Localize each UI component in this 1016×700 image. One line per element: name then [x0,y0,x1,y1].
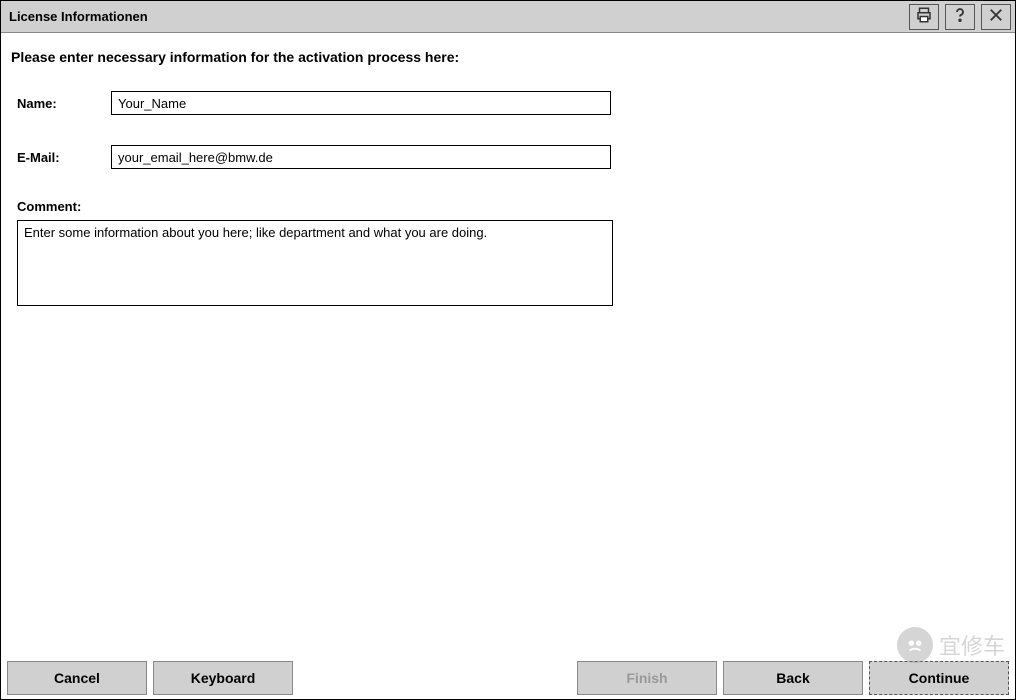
email-input[interactable] [111,145,611,169]
name-input[interactable] [111,91,611,115]
license-dialog: License Informationen [0,0,1016,700]
finish-button: Finish [577,661,717,695]
back-button[interactable]: Back [723,661,863,695]
comment-label: Comment: [11,199,1005,214]
footer-right: Finish Back Continue [577,661,1009,693]
window-title: License Informationen [9,9,148,24]
content-area: Please enter necessary information for t… [1,33,1015,657]
email-label: E-Mail: [11,150,111,165]
footer-bar: Cancel Keyboard Finish Back Continue [1,657,1015,699]
instruction-heading: Please enter necessary information for t… [11,49,1005,65]
cancel-button[interactable]: Cancel [7,661,147,695]
footer-left: Cancel Keyboard [7,661,293,693]
comment-section: Comment: [11,199,1005,309]
help-icon [951,6,969,27]
email-row: E-Mail: [11,145,1005,169]
help-button[interactable] [945,4,975,30]
continue-button[interactable]: Continue [869,661,1009,695]
print-icon [915,6,933,27]
name-row: Name: [11,91,1005,115]
close-button[interactable] [981,4,1011,30]
comment-textarea[interactable] [17,220,613,306]
titlebar: License Informationen [1,1,1015,33]
close-icon [987,6,1005,27]
name-label: Name: [11,96,111,111]
print-button[interactable] [909,4,939,30]
keyboard-button[interactable]: Keyboard [153,661,293,695]
titlebar-buttons [909,4,1011,30]
